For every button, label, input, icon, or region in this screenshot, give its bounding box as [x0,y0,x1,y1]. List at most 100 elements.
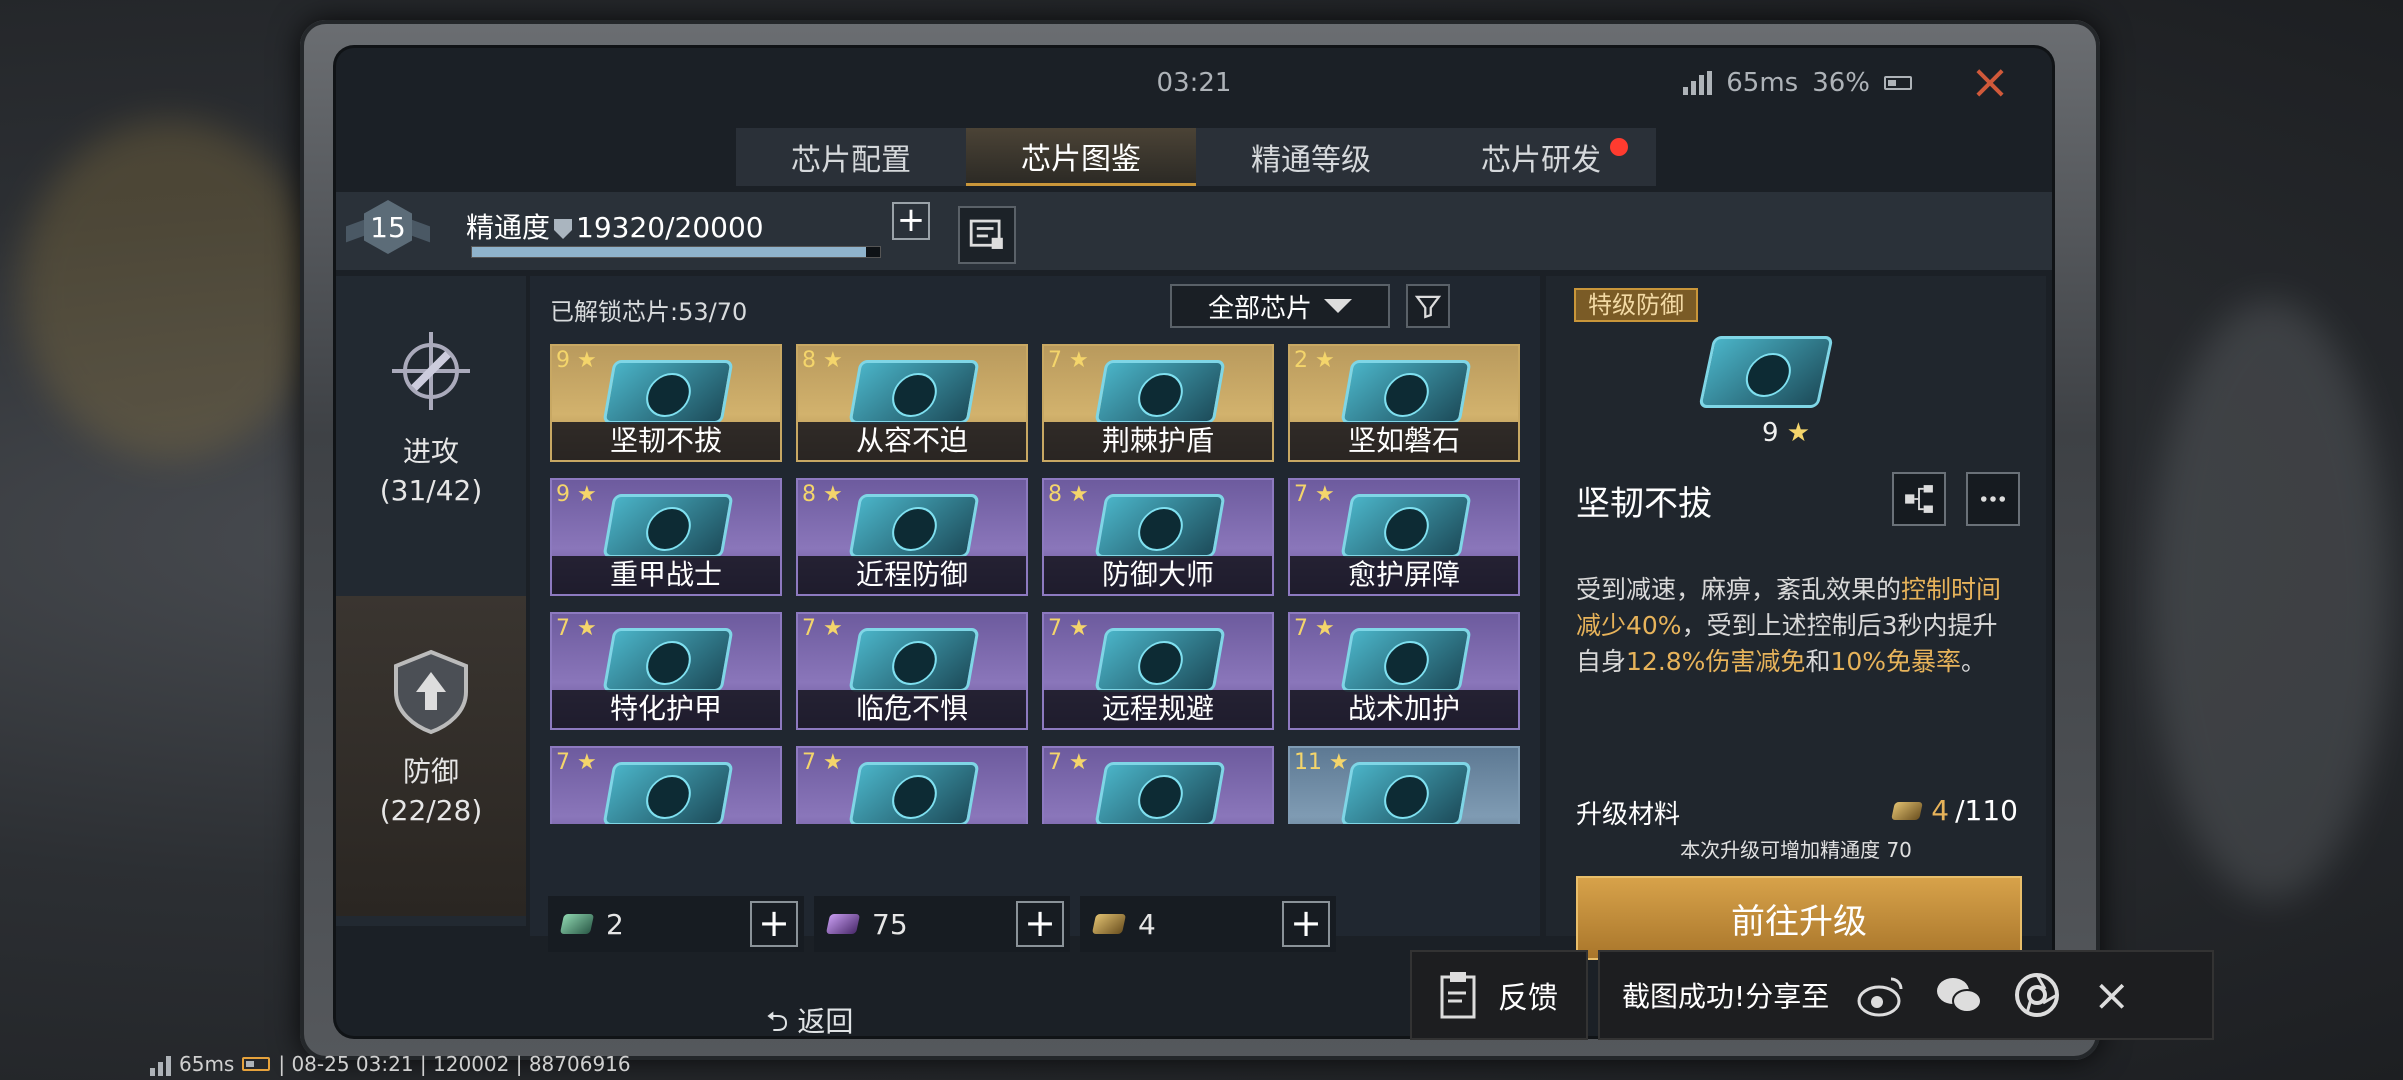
card-star-level: 7 ★ [802,616,843,641]
debug-ping: 65ms [179,1052,235,1076]
ellipsis-icon [1980,496,2006,502]
upgrade-note: 本次升级可增加精通度 70 [1680,838,1912,862]
aperture-icon[interactable] [2011,969,2063,1021]
card-star-number: 9 [556,348,570,373]
desc-highlight: 12.8%伤害减免 [1626,647,1806,676]
signal-icon [150,1052,171,1076]
chip-material-icon [1891,801,1924,820]
upgrade-required: /110 [1955,794,2018,827]
detail-star-level: 9 ★ [1546,418,2026,448]
card-name: 临危不惧 [798,690,1026,728]
chip-icon [1094,628,1226,692]
card-star-number: 7 [1048,616,1062,641]
chip-icon [602,494,734,558]
codex-book-icon[interactable] [958,206,1016,264]
upgrade-material-label: 升级材料 [1576,800,1681,830]
card-name: 从容不迫 [798,422,1026,460]
card-star-number: 8 [1048,482,1062,507]
chip-icon [848,762,980,824]
chip-icon [1094,494,1226,558]
chip-image [1698,336,1834,408]
chip-card[interactable]: 9 ★ 重甲战士 [550,478,782,596]
chip-icon [1094,360,1226,424]
chip-card[interactable]: 7 ★ 荆棘护盾 [1042,344,1274,462]
chip-card[interactable]: 8 ★ 从容不迫 [796,344,1028,462]
chip-card[interactable]: 7 ★ 临危不惧 [796,612,1028,730]
desc-part: 。 [1961,647,1987,676]
chip-icon [848,360,980,424]
back-button[interactable]: ⮌ 返回 [766,1000,853,1036]
go-upgrade-button[interactable]: 前往升级 [1576,876,2022,960]
card-star-number: 7 [556,750,570,775]
chip-icon [848,494,980,558]
card-star-number: 8 [802,482,816,507]
share-bar: 截图成功!分享至 × [1598,950,2214,1040]
chip-icon [602,360,734,424]
shield-icon [554,219,573,239]
card-star-number: 7 [1048,348,1062,373]
card-star-level: 8 ★ [802,348,843,373]
mastery-progress-bar [471,246,881,258]
card-star-number: 9 [556,482,570,507]
material-add-button[interactable]: + [1016,901,1064,947]
material-add-button[interactable]: + [750,901,798,947]
tab-chip-catalog[interactable]: 芯片图鉴 [966,128,1196,186]
desc-part: 受到减速，麻痹，紊乱效果的 [1576,575,1902,604]
tab-mastery-level[interactable]: 精通等级 [1196,128,1426,186]
category-sidebar: 进攻 (31/42) 防御 (22/28) [336,276,526,926]
chip-icon [1340,360,1472,424]
feedback-button[interactable]: 反馈 [1410,950,1588,1040]
wechat-icon[interactable] [1933,969,1985,1021]
category-attack[interactable]: 进攻 (31/42) [336,276,526,596]
level-hex: 15 [364,200,412,254]
close-icon[interactable]: × [1968,58,2012,106]
signal-icon [1683,71,1713,95]
chip-card[interactable]: 9 ★ 坚韧不拔 [550,344,782,462]
chip-card[interactable]: 7 ★ [1042,746,1274,824]
chip-card-grid: 9 ★ 坚韧不拔 8 ★ 从容不迫 7 ★ 荆棘护盾 2 ★ 坚如磐石 9 ★ 重甲战士 8 ★ 近程… [550,344,1530,824]
chip-material-icon [825,914,861,934]
more-icon[interactable] [1966,472,2020,526]
battery-icon [1884,76,1912,90]
chip-icon [602,762,734,824]
chip-card[interactable]: 2 ★ 坚如磐石 [1288,344,1520,462]
card-star-level: 11 ★ [1294,750,1349,775]
card-name: 坚如磐石 [1290,422,1518,460]
category-defense-count: (22/28) [379,794,483,827]
material-slot-3: 4 + [1080,896,1336,952]
weibo-icon[interactable] [1855,969,1907,1021]
chip-icon [1340,628,1472,692]
chip-card[interactable]: 7 ★ 愈护屏障 [1288,478,1520,596]
card-name: 近程防御 [798,556,1026,594]
mastery-value: 19320/20000 [576,211,764,244]
ping-text: 65ms [1726,68,1799,98]
chip-card[interactable]: 7 ★ [796,746,1028,824]
chip-card[interactable]: 11 ★ [1288,746,1520,824]
card-name: 愈护屏障 [1290,556,1518,594]
material-slot-2: 75 + [814,896,1070,952]
mastery-label: 精通度 19320/20000 [466,206,764,246]
mastery-add-button[interactable]: + [892,202,930,240]
card-star-number: 7 [1048,750,1062,775]
card-name: 特化护甲 [552,690,780,728]
card-name: 坚韧不拔 [552,422,780,460]
chip-card[interactable]: 7 ★ [550,746,782,824]
chip-material-icon [559,914,595,934]
chevron-down-icon [1324,299,1352,313]
tree-icon[interactable] [1892,472,1946,526]
chip-card[interactable]: 7 ★ 特化护甲 [550,612,782,730]
tab-chip-config[interactable]: 芯片配置 [736,128,966,186]
tab-chip-research[interactable]: 芯片研发 [1426,128,1656,186]
chip-card[interactable]: 7 ★ 远程规避 [1042,612,1274,730]
chip-card[interactable]: 8 ★ 近程防御 [796,478,1028,596]
category-defense[interactable]: 防御 (22/28) [336,596,526,916]
material-add-button[interactable]: + [1282,901,1330,947]
feedback-label: 反馈 [1498,981,1558,1016]
filter-icon[interactable] [1406,284,1450,328]
upgrade-owned: 4 [1931,794,1950,827]
chip-card[interactable]: 8 ★ 防御大师 [1042,478,1274,596]
close-icon[interactable]: × [2093,970,2130,1021]
chip-card[interactable]: 7 ★ 战术加护 [1288,612,1520,730]
chip-filter-dropdown[interactable]: 全部芯片 [1170,284,1390,328]
card-name: 重甲战士 [552,556,780,594]
